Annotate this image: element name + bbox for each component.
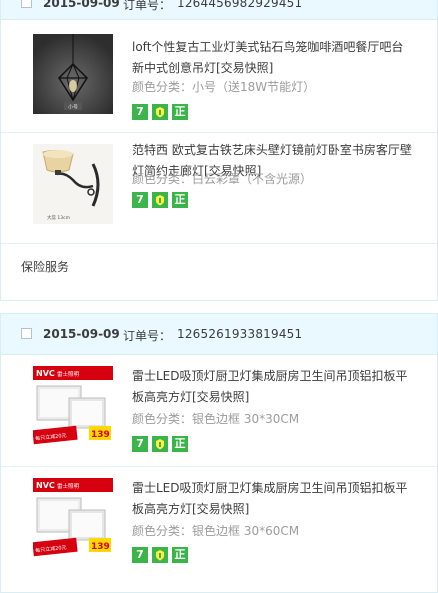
genuine-icon[interactable]: 正 xyxy=(172,104,188,120)
item-sku: 颜色分类：白云彩罩（不含光源） xyxy=(132,172,313,186)
order-item: NVC 雷士照明 每只立减20元 139 雷士LED吸顶灯厨卫灯集成厨房卫生间吊… xyxy=(1,467,437,587)
seven-day-return-icon[interactable]: 7 xyxy=(132,547,148,563)
led-panel-photo[interactable]: NVC 雷士照明 每只立减20元 139 xyxy=(33,366,113,446)
item-sku: 颜色分类：银色边框 30*30CM xyxy=(132,412,300,426)
genuine-icon[interactable]: 正 xyxy=(172,436,188,452)
pendant-lamp-image: 小号 xyxy=(33,34,113,114)
order-header: 2015-09-09 订单号： 1265261933819451 xyxy=(1,314,437,355)
guarantee-icon[interactable] xyxy=(152,547,168,563)
order-item: 小号 loft个性复古工业灯美式钻石鸟笼咖啡酒吧餐厅吧台新中式创意吊灯[交易快照… xyxy=(1,20,437,133)
thumb-caption: 小号 xyxy=(68,104,78,111)
led-panel-image: NVC 雷士照明 每只立减20元 139 xyxy=(33,478,113,558)
order-number: 1265261933819451 xyxy=(177,327,303,341)
led-panel-photo[interactable]: NVC 雷士照明 每只立减20元 139 xyxy=(33,478,113,558)
pendant-lamp-photo[interactable]: 小号 xyxy=(33,34,113,114)
order-select-checkbox[interactable] xyxy=(21,328,32,339)
thumb-price: 139 xyxy=(91,542,110,552)
thumb-brand: NVC xyxy=(36,369,55,378)
order-item: NVC 雷士照明 每只立减20元 139 雷士LED吸顶灯厨卫灯集成厨房卫生间吊… xyxy=(1,355,437,467)
wall-lamp-photo[interactable]: 大蕊 13cm xyxy=(33,144,113,224)
seven-day-return-icon[interactable]: 7 xyxy=(132,192,148,208)
order-header: 2015-09-09 订单号： 1264456982929451 xyxy=(1,0,437,20)
order-date: 2015-09-09 xyxy=(43,327,120,341)
service-badges: 7正 xyxy=(132,192,192,208)
seven-day-return-icon[interactable]: 7 xyxy=(132,104,148,120)
order-number-label: 订单号： xyxy=(123,0,172,12)
order-date: 2015-09-09 xyxy=(43,0,120,10)
service-badges: 7正 xyxy=(132,436,192,452)
seven-day-return-icon[interactable]: 7 xyxy=(132,436,148,452)
item-title-link[interactable]: 雷士LED吸顶灯厨卫灯集成厨房卫生间吊顶铝扣板平板高亮方灯[交易快照] xyxy=(132,366,414,408)
order-number: 1264456982929451 xyxy=(177,0,303,10)
item-title-link[interactable]: loft个性复古工业灯美式钻石鸟笼咖啡酒吧餐厅吧台新中式创意吊灯[交易快照] xyxy=(132,37,414,79)
order-card: 2015-09-09 订单号： 1265261933819451 NVC 雷士照… xyxy=(0,313,438,593)
item-sku: 颜色分类：银色边框 30*60CM xyxy=(132,524,300,538)
guarantee-icon[interactable] xyxy=(152,192,168,208)
service-badges: 7正 xyxy=(132,547,192,563)
insurance-service-link[interactable]: 保险服务 xyxy=(21,258,69,275)
order-card: 2015-09-09 订单号： 1264456982929451 小号 loft… xyxy=(0,0,438,301)
guarantee-icon[interactable] xyxy=(152,104,168,120)
item-title-link[interactable]: 雷士LED吸顶灯厨卫灯集成厨房卫生间吊顶铝扣板平板高亮方灯[交易快照] xyxy=(132,478,414,520)
thumb-store: 雷士照明 xyxy=(57,370,80,378)
item-sku: 颜色分类：小号（送18W节能灯） xyxy=(132,80,316,94)
genuine-icon[interactable]: 正 xyxy=(172,547,188,563)
service-badges: 7正 xyxy=(132,104,192,120)
thumb-caption: 大蕊 13cm xyxy=(47,214,70,221)
led-panel-image: NVC 雷士照明 每只立减20元 139 xyxy=(33,366,113,446)
guarantee-icon[interactable] xyxy=(152,436,168,452)
order-select-checkbox[interactable] xyxy=(21,0,32,8)
thumb-store: 雷士照明 xyxy=(57,482,80,490)
order-item: 大蕊 13cm 范特西 欧式复古铁艺床头壁灯镜前灯卧室书房客厅壁灯简约走廊灯[交… xyxy=(1,133,437,244)
genuine-icon[interactable]: 正 xyxy=(172,192,188,208)
order-number-label: 订单号： xyxy=(123,329,172,343)
thumb-price: 139 xyxy=(91,430,110,440)
wall-lamp-image: 大蕊 13cm xyxy=(33,144,113,224)
thumb-brand: NVC xyxy=(36,481,55,490)
